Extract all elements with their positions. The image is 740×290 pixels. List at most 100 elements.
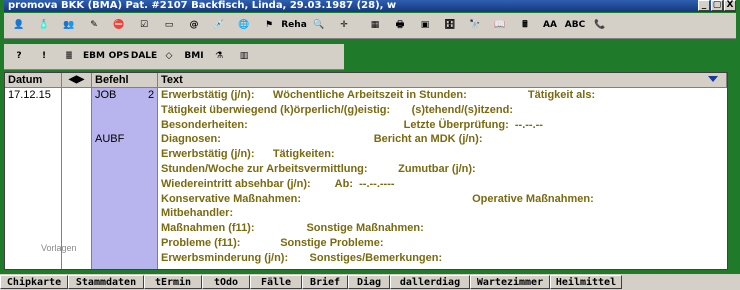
binoculars-button[interactable]: 🔭 (463, 15, 487, 37)
command-job[interactable]: JOB (95, 89, 116, 101)
magnifier-icon: 🔍 (313, 20, 325, 30)
printer-icon: 🖶 (395, 20, 405, 30)
form-line[interactable]: Besonderheiten: Letzte Überprüfung: --.-… (161, 119, 543, 131)
window-controls: _ ▢ X (698, 0, 736, 12)
device-button[interactable]: ▣ (413, 15, 437, 37)
dale-button[interactable]: DALE (130, 46, 158, 68)
header-date[interactable]: Datum (5, 73, 62, 87)
list-icon: ≣ (65, 51, 73, 61)
patient-icon: 👤 (13, 20, 25, 30)
globe-button[interactable]: 🌐 (232, 15, 256, 37)
ops-button[interactable]: OPS (107, 46, 131, 68)
dropdown-arrow-icon[interactable] (708, 76, 718, 82)
table-icon: ▦ (370, 20, 380, 30)
help-button[interactable]: ? (7, 46, 31, 68)
cabinet-button[interactable]: 🗄 (438, 15, 462, 37)
window-title: promova BKK (BMA) Pat. #2107 Backfisch, … (8, 0, 397, 11)
maximize-button[interactable]: ▢ (711, 0, 723, 11)
tab-f-lle[interactable]: Fälle (250, 275, 302, 289)
card-icon: ▭ (164, 20, 174, 30)
form-line[interactable]: Wiedereintritt absehbar (j/n): Ab: --.--… (161, 178, 395, 190)
pen-button[interactable]: ✎ (82, 15, 106, 37)
tab-termin[interactable]: tErmin (144, 275, 202, 289)
grid-header: Datum ◀▶ Befehl Text (5, 73, 727, 88)
bottom-tab-bar: Chipkarte Stammdaten tErmin tOdo Fälle Brief D… (0, 274, 740, 290)
tab-stammdaten[interactable]: Stammdaten (68, 275, 144, 289)
form-line[interactable]: Erwerbstätig (j/n): Wöchentliche Arbeits… (161, 89, 595, 101)
chart-button[interactable]: ▥ (232, 46, 256, 68)
form-line[interactable]: Diagnosen: Bericht an MDK (j/n): (161, 133, 482, 145)
card-button[interactable]: ▭ (157, 15, 181, 37)
form-line[interactable]: Mitbehandler: (161, 207, 233, 219)
header-nav-arrows[interactable]: ◀▶ (62, 73, 92, 87)
email-icon: @ (189, 20, 199, 30)
syringe-button[interactable]: 💉 (207, 15, 231, 37)
tab-todo[interactable]: tOdo (202, 275, 250, 289)
alert-icon: ! (41, 51, 47, 61)
flask-icon: ⚗ (214, 51, 224, 61)
crosshair-button[interactable]: ✛ (332, 15, 356, 37)
eraser-icon: ◇ (165, 51, 173, 61)
header-command[interactable]: Befehl (92, 73, 158, 87)
alert-button[interactable]: ! (32, 46, 56, 68)
abc-icon: ABC (564, 20, 586, 30)
main-toolbar: 👤 🧴 👥 ✎ ⛔ ☑ ▭ @ 💉 🌐 ⚑ Reha 🔍 ✛ ▦ 🖶 ▣ 🗄 🔭 📖 🖩 AA ABC 📞 (4, 13, 736, 39)
tab-chipkarte[interactable]: Chipkarte (0, 275, 68, 289)
dale-icon: DALE (130, 51, 158, 61)
reha-button[interactable]: Reha (281, 15, 307, 37)
bmi-button[interactable]: BMI (182, 46, 206, 68)
magnifier-button[interactable]: 🔍 (307, 15, 331, 37)
stop-button[interactable]: ⛔ (107, 15, 131, 37)
book-icon: 📖 (494, 20, 506, 30)
ebm-button[interactable]: EBM (82, 46, 106, 68)
ebm-icon: EBM (83, 51, 105, 61)
command-aubf[interactable]: AUBF (95, 133, 124, 145)
flag-button[interactable]: ⚑ (257, 15, 281, 37)
book-button[interactable]: 📖 (488, 15, 512, 37)
checklist-icon: ☑ (139, 20, 149, 30)
record-grid: Datum ◀▶ Befehl Text 17.12.15 JOB 2 AUBF… (4, 72, 728, 270)
title-bar: promova BKK (BMA) Pat. #2107 Backfisch, … (4, 0, 736, 12)
minimize-button[interactable]: _ (698, 0, 710, 11)
people-button[interactable]: 👥 (57, 15, 81, 37)
cabinet-icon: 🗄 (444, 20, 456, 30)
reha-icon: Reha (281, 20, 307, 30)
form-line[interactable]: Konservative Maßnahmen: Operative Maßnah… (161, 193, 594, 205)
form-line[interactable]: Probleme (f11): Sonstige Probleme: (161, 237, 384, 249)
calculator-button[interactable]: 🖩 (513, 15, 537, 37)
device-icon: ▣ (420, 20, 430, 30)
entry-date[interactable]: 17.12.15 (8, 89, 51, 101)
flask-button[interactable]: ⚗ (207, 46, 231, 68)
bottle-icon: 🧴 (38, 20, 50, 30)
form-line[interactable]: Tätigkeit überwiegend (k)örperlich/(g)ei… (161, 104, 513, 116)
tab-brief[interactable]: Brief (302, 275, 348, 289)
font-button[interactable]: AA (538, 15, 562, 37)
ops-icon: OPS (108, 51, 130, 61)
printer-button[interactable]: 🖶 (388, 15, 412, 37)
tab-wartezimmer[interactable]: Wartezimmer (470, 275, 550, 289)
crosshair-icon: ✛ (340, 20, 348, 30)
help-icon: ? (16, 51, 22, 61)
command-job-count: 2 (148, 89, 155, 101)
chart-icon: ▥ (239, 51, 249, 61)
eraser-button[interactable]: ◇ (157, 46, 181, 68)
form-line[interactable]: Erwerbstätig (j/n): Tätigkeiten: (161, 148, 335, 160)
checklist-button[interactable]: ☑ (132, 15, 156, 37)
header-text[interactable]: Text (158, 73, 727, 87)
form-line[interactable]: Stunden/Woche zur Arbeitsvermittlung: Zu… (161, 163, 476, 175)
form-line[interactable]: Erwerbsminderung (j/n): Sonstiges/Bemerk… (161, 252, 442, 264)
close-button[interactable]: X (724, 0, 736, 11)
abc-button[interactable]: ABC (563, 15, 587, 37)
tab-dallerdiag[interactable]: dallerdiag (390, 275, 470, 289)
phone-button[interactable]: 📞 (588, 15, 612, 37)
tab-heilmittel[interactable]: Heilmittel (550, 275, 622, 289)
font-icon: AA (543, 20, 557, 30)
tab-diag[interactable]: Diag (348, 275, 390, 289)
patient-button[interactable]: 👤 (7, 15, 31, 37)
bottle-button[interactable]: 🧴 (32, 15, 56, 37)
form-line[interactable]: Maßnahmen (f11): Sonstige Maßnahmen: (161, 222, 424, 234)
table-button[interactable]: ▦ (363, 15, 387, 37)
list-button[interactable]: ≣ (57, 46, 81, 68)
stop-icon: ⛔ (113, 20, 125, 30)
email-button[interactable]: @ (182, 15, 206, 37)
